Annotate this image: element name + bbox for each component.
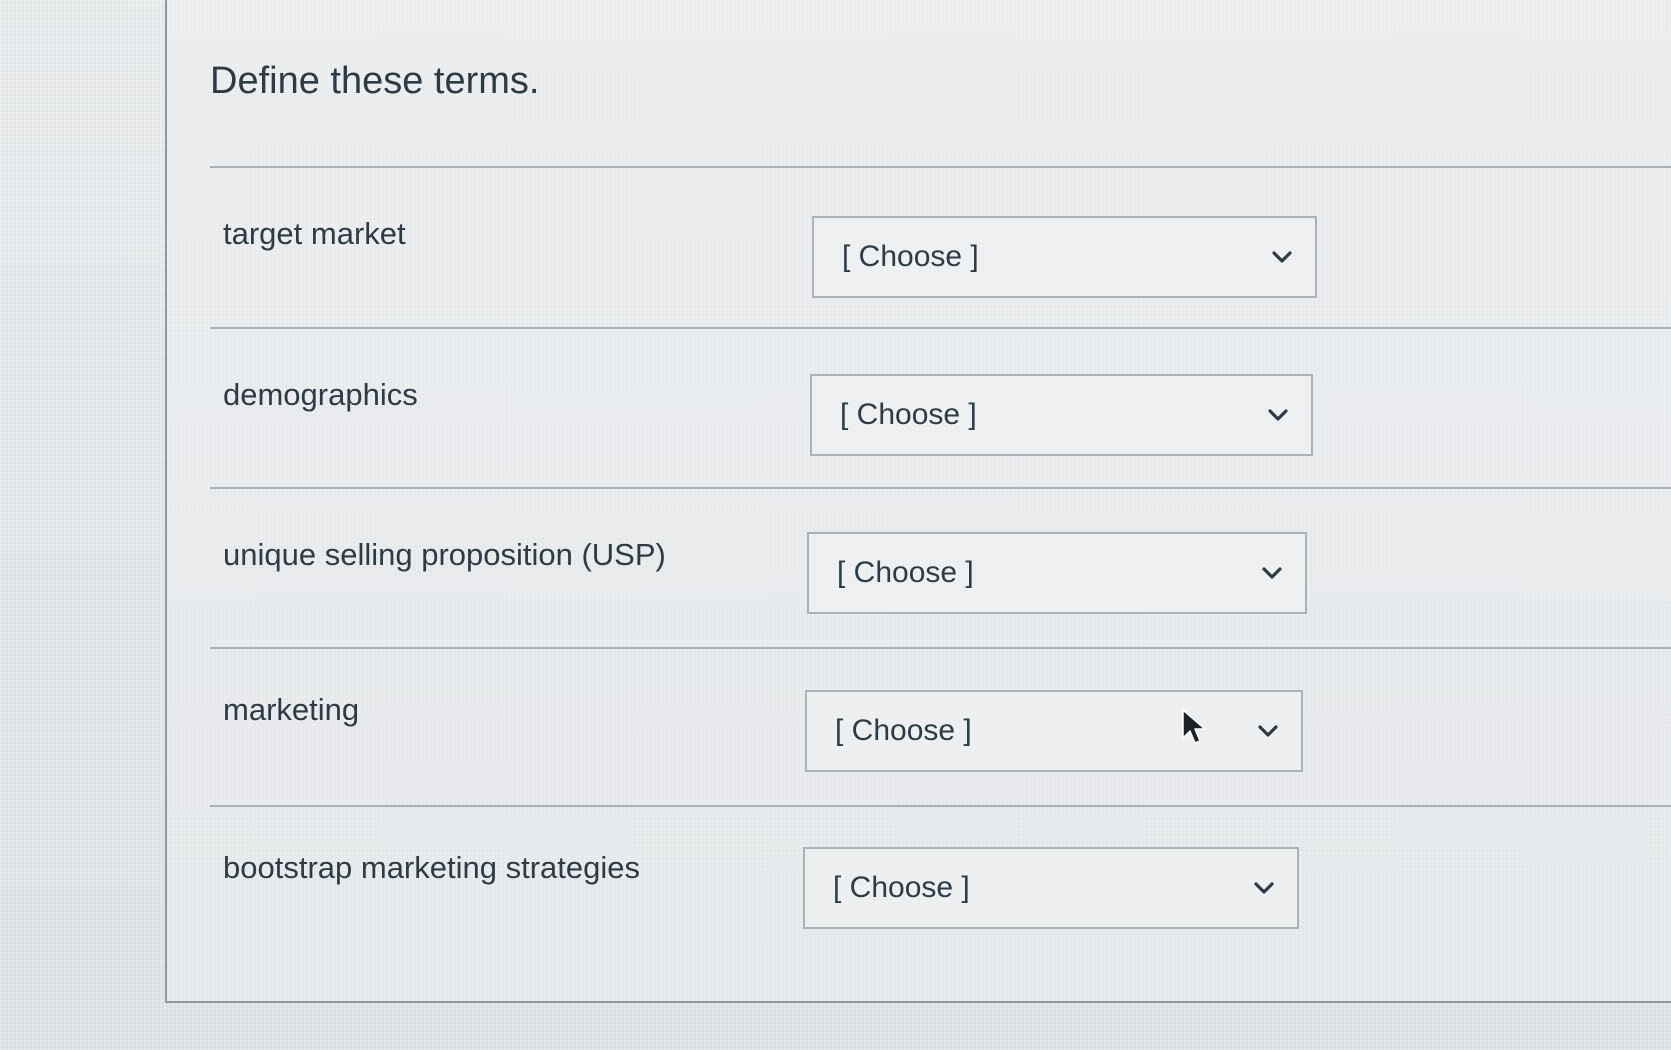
answer-select-usp[interactable]: [ Choose ] — [807, 532, 1307, 614]
answer-select-demographics[interactable]: [ Choose ] — [810, 374, 1313, 456]
question-prompt: Define these terms. — [210, 60, 540, 102]
select-value: [ Choose ] — [837, 556, 974, 589]
chevron-down-icon — [1257, 720, 1279, 742]
chevron-down-icon — [1267, 404, 1289, 426]
answer-select-marketing[interactable]: [ Choose ] — [805, 690, 1303, 772]
chevron-down-icon — [1261, 562, 1283, 584]
term-label-target-market: target market — [223, 216, 406, 251]
chevron-down-icon — [1253, 877, 1275, 899]
divider — [210, 487, 1671, 489]
select-value: [ Choose ] — [840, 398, 977, 431]
mouse-cursor-icon — [1180, 708, 1210, 748]
divider — [210, 327, 1671, 329]
divider — [210, 166, 1671, 168]
divider — [210, 805, 1671, 807]
select-value: [ Choose ] — [833, 871, 970, 904]
term-label-demographics: demographics — [223, 377, 418, 412]
chevron-down-icon — [1271, 246, 1293, 268]
select-value: [ Choose ] — [842, 240, 979, 273]
divider — [210, 647, 1671, 649]
term-label-usp: unique selling proposition (USP) — [223, 537, 666, 572]
term-label-marketing: marketing — [223, 692, 360, 727]
term-label-bootstrap-marketing: bootstrap marketing strategies — [223, 850, 640, 885]
answer-select-bootstrap-marketing[interactable]: [ Choose ] — [803, 847, 1299, 929]
answer-select-target-market[interactable]: [ Choose ] — [812, 216, 1317, 298]
